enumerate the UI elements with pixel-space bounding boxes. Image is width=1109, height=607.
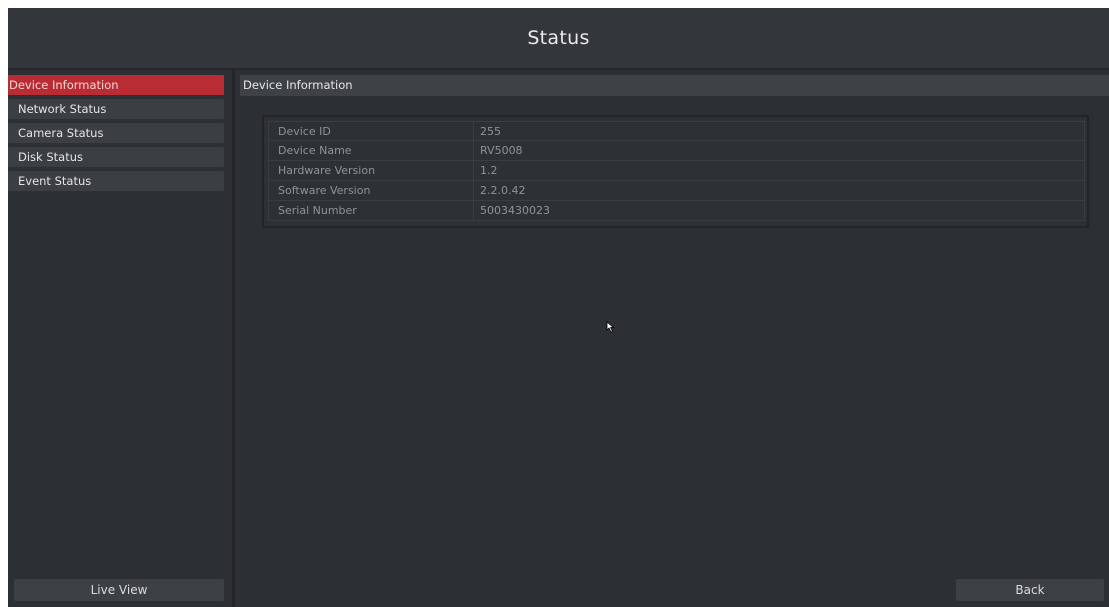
device-info-table: Device ID 255 Device Name RV5008 Hardwar…	[262, 115, 1089, 228]
sidebar-item-network-status[interactable]: Network Status	[8, 99, 224, 119]
sidebar-item-camera-status[interactable]: Camera Status	[8, 123, 224, 143]
software-version-value: 2.2.0.42	[480, 184, 526, 197]
sidebar: Device Information Network Status Camera…	[8, 70, 234, 607]
title-bar: Status	[8, 8, 1109, 68]
page-title: Status	[527, 27, 590, 49]
software-version-label: Software Version	[269, 181, 474, 200]
device-name-label: Device Name	[269, 141, 474, 160]
section-title: Device Information	[240, 75, 1109, 96]
device-id-value: 255	[480, 125, 501, 138]
table-row: Device Name RV5008	[268, 141, 1085, 161]
hardware-version-value: 1.2	[480, 164, 498, 177]
table-row: Device ID 255	[268, 121, 1085, 141]
sidebar-item-disk-status[interactable]: Disk Status	[8, 147, 224, 167]
hardware-version-label: Hardware Version	[269, 161, 474, 180]
live-view-button[interactable]: Live View	[14, 579, 224, 601]
sidebar-item-event-status[interactable]: Event Status	[8, 171, 224, 191]
main-panel: Device Information Device ID 255 Device …	[235, 70, 1109, 607]
status-screen: Status Device Information Network Status…	[8, 8, 1109, 607]
mouse-pointer-icon	[606, 321, 615, 333]
device-name-value: RV5008	[480, 144, 523, 157]
back-button[interactable]: Back	[956, 579, 1104, 601]
table-row: Hardware Version 1.2	[268, 161, 1085, 181]
table-row: Software Version 2.2.0.42	[268, 181, 1085, 201]
serial-number-label: Serial Number	[269, 201, 474, 220]
device-id-label: Device ID	[269, 122, 474, 140]
sidebar-item-device-information[interactable]: Device Information	[8, 75, 224, 95]
table-row: Serial Number 5003430023	[268, 201, 1085, 221]
serial-number-value: 5003430023	[480, 204, 550, 217]
